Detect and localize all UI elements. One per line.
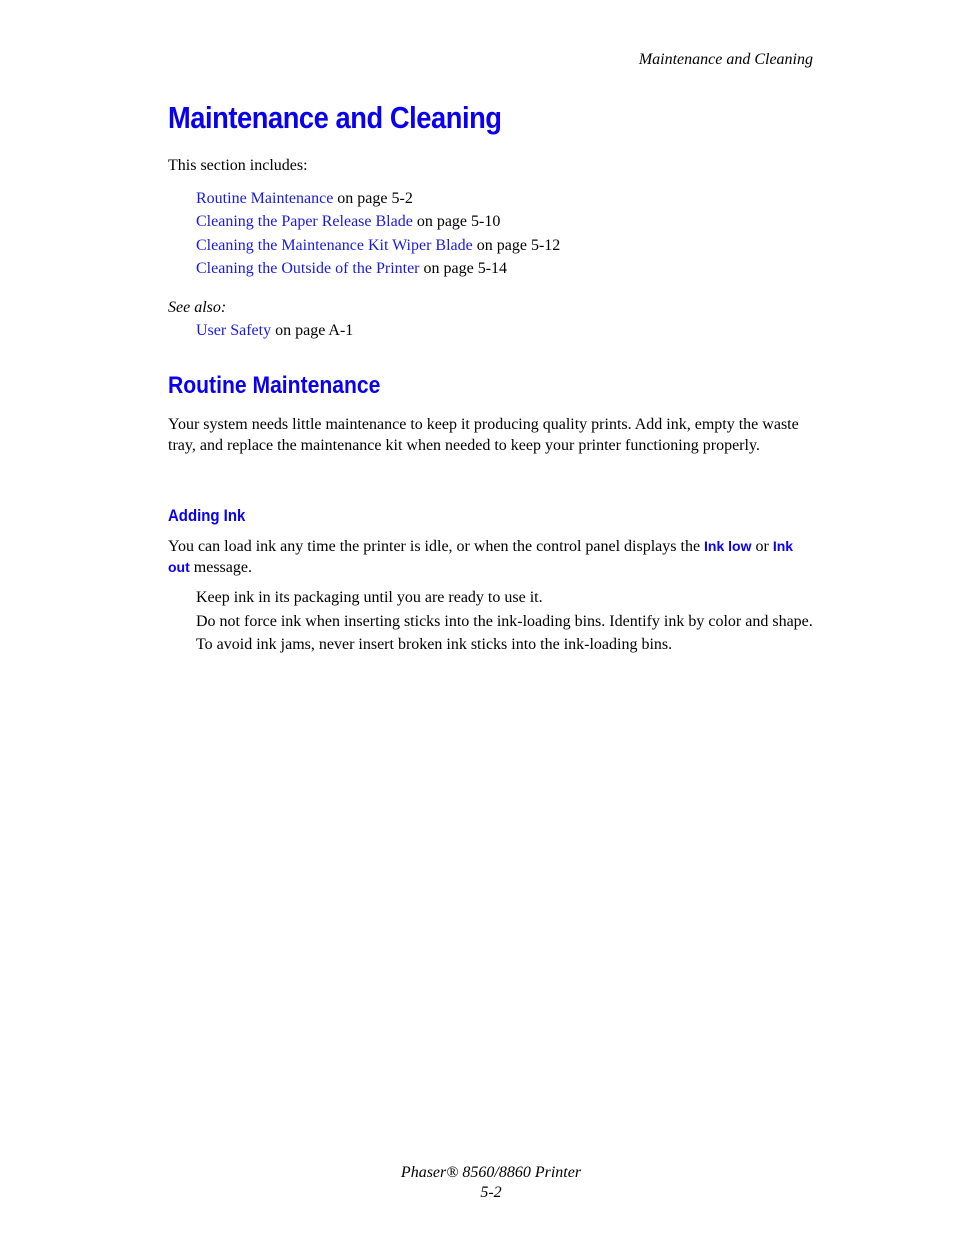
ink-tips-list: Keep ink in its packaging until you are … [196, 587, 816, 658]
list-item: Do not force ink when inserting sticks i… [196, 612, 813, 630]
body-text: You can load ink any time the printer is… [168, 538, 705, 555]
toc-item: Cleaning the Outside of the Printer on p… [196, 257, 560, 280]
list-item: To avoid ink jams, never insert broken i… [196, 636, 673, 653]
routine-maintenance-body: Your system needs little maintenance to … [168, 416, 799, 454]
toc-page-ref: on page 5-12 [472, 236, 561, 254]
page-footer: Phaser® 8560/8860 Printer 5-2 [0, 1163, 954, 1203]
toc-link[interactable]: Cleaning the Maintenance Kit Wiper Blade [196, 237, 473, 254]
toc-link[interactable]: Cleaning the Paper Release Blade [196, 213, 413, 230]
toc-link[interactable]: Cleaning the Outside of the Printer [196, 260, 420, 277]
list-item: Keep ink in its packaging until you are … [196, 589, 543, 606]
toc-page-ref: on page 5-14 [419, 259, 508, 277]
page-title: Maintenance and Cleaning [168, 100, 502, 135]
routine-maintenance-heading: Routine Maintenance [168, 372, 381, 399]
toc-page-ref: on page 5-2 [333, 190, 413, 207]
body-text: message. [189, 559, 252, 576]
section-toc: Routine Maintenance on page 5-2 Cleaning… [196, 187, 560, 280]
toc-item: Routine Maintenance on page 5-2 [196, 187, 560, 210]
user-safety-link[interactable]: User Safety [196, 322, 271, 339]
toc-link[interactable]: Routine Maintenance [196, 190, 333, 207]
intro-text: This section includes: [168, 157, 308, 174]
footer-product: Phaser® 8560/8860 Printer [400, 1164, 582, 1181]
running-header: Maintenance and Cleaning [638, 51, 813, 68]
adding-ink-body: You can load ink any time the printer is… [168, 536, 818, 578]
see-also-item: User Safety on page A-1 [196, 322, 353, 340]
see-also-page-ref: on page A-1 [271, 322, 354, 339]
body-text: or [751, 538, 773, 555]
toc-page-ref: on page 5-10 [412, 213, 501, 231]
adding-ink-heading: Adding Ink [168, 506, 246, 525]
toc-item: Cleaning the Maintenance Kit Wiper Blade… [196, 234, 560, 257]
ink-low-term: Ink low [704, 538, 752, 554]
footer-page-number: 5-2 [480, 1184, 502, 1201]
toc-item: Cleaning the Paper Release Blade on page… [196, 210, 560, 233]
see-also-label: See also: [168, 299, 227, 316]
